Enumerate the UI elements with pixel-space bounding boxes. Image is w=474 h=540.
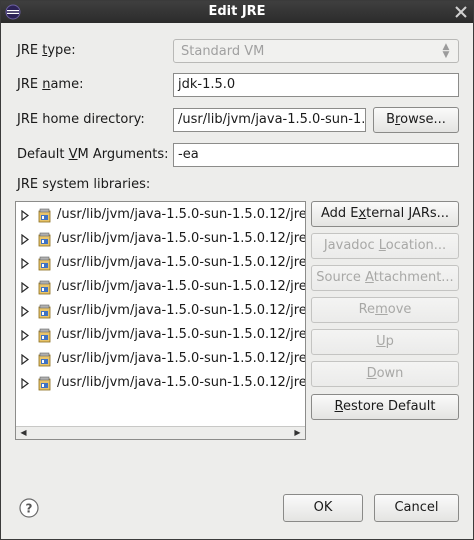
library-path: /usr/lib/jvm/java-1.5.0-sun-1.5.0.12/jre…	[57, 255, 306, 270]
restore-default-button[interactable]: Restore Default	[311, 394, 459, 420]
jre-type-value: Standard VM	[181, 44, 265, 59]
jar-icon	[38, 232, 51, 247]
jar-icon	[38, 376, 51, 391]
down-button[interactable]: Down	[311, 361, 459, 387]
window-title: Edit JRE	[208, 4, 266, 19]
help-icon[interactable]: ?	[19, 498, 39, 518]
up-button[interactable]: Up	[311, 329, 459, 355]
library-path: /usr/lib/jvm/java-1.5.0-sun-1.5.0.12/jre…	[57, 207, 306, 222]
expand-arrow-icon[interactable]	[21, 378, 29, 389]
library-row[interactable]: /usr/lib/jvm/java-1.5.0-sun-1.5.0.12/jre…	[16, 348, 305, 372]
expand-arrow-icon[interactable]	[21, 234, 29, 245]
expand-arrow-icon[interactable]	[21, 258, 29, 269]
vm-args-label: Default VM Arguments:	[17, 147, 169, 162]
jar-icon	[38, 256, 51, 271]
jar-icon	[38, 304, 51, 319]
expand-arrow-icon[interactable]	[21, 210, 29, 221]
close-icon[interactable]	[453, 4, 469, 20]
browse-button[interactable]: Browse...	[373, 107, 459, 133]
jre-name-label: JRE name:	[17, 77, 84, 92]
jar-icon	[38, 328, 51, 343]
library-path: /usr/lib/jvm/java-1.5.0-sun-1.5.0.12/jre…	[57, 279, 306, 294]
jar-icon	[38, 208, 51, 223]
jre-type-label: JRE type:	[17, 43, 76, 58]
scroll-right-icon[interactable]: ▶	[291, 427, 304, 439]
jre-name-input[interactable]: jdk-1.5.0	[173, 73, 459, 97]
vm-args-input[interactable]: -ea	[173, 143, 459, 167]
jar-icon	[38, 280, 51, 295]
jre-type-combo[interactable]: Standard VM ▲ ▼	[173, 39, 459, 63]
library-path: /usr/lib/jvm/java-1.5.0-sun-1.5.0.12/jre…	[57, 351, 306, 366]
horizontal-scrollbar[interactable]: ◀ ▶	[16, 426, 305, 439]
home-dir-label: JRE home directory:	[17, 112, 145, 127]
expand-arrow-icon[interactable]	[21, 306, 29, 317]
library-path: /usr/lib/jvm/java-1.5.0-sun-1.5.0.12/jre…	[57, 231, 306, 246]
library-row[interactable]: /usr/lib/jvm/java-1.5.0-sun-1.5.0.12/jre…	[16, 252, 305, 276]
combo-arrows-icon: ▲ ▼	[442, 42, 450, 60]
edit-jre-dialog: Edit JRE JRE type: Standard VM ▲ ▼ JRE na…	[0, 0, 474, 540]
scroll-left-icon[interactable]: ◀	[17, 427, 30, 439]
libraries-label: JRE system libraries:	[17, 177, 151, 192]
title-bar[interactable]: Edit JRE	[1, 1, 473, 23]
library-row[interactable]: /usr/lib/jvm/java-1.5.0-sun-1.5.0.12/jre…	[16, 300, 305, 324]
expand-arrow-icon[interactable]	[21, 330, 29, 341]
library-row[interactable]: /usr/lib/jvm/java-1.5.0-sun-1.5.0.12/jre…	[16, 228, 305, 252]
source-attachment-button[interactable]: Source Attachment...	[311, 265, 459, 291]
library-path: /usr/lib/jvm/java-1.5.0-sun-1.5.0.12/jre…	[57, 327, 306, 342]
eclipse-icon	[5, 4, 21, 20]
jar-icon	[38, 352, 51, 367]
libraries-tree[interactable]: /usr/lib/jvm/java-1.5.0-sun-1.5.0.12/jre…	[15, 201, 306, 440]
ok-button[interactable]: OK	[283, 494, 363, 522]
library-row[interactable]: /usr/lib/jvm/java-1.5.0-sun-1.5.0.12/jre…	[16, 276, 305, 300]
library-row[interactable]: /usr/lib/jvm/java-1.5.0-sun-1.5.0.12/jre…	[16, 204, 305, 228]
add-external-jars-button[interactable]: Add External JARs...	[311, 201, 459, 227]
remove-button[interactable]: Remove	[311, 297, 459, 323]
javadoc-location-button[interactable]: Javadoc Location...	[311, 233, 459, 259]
library-path: /usr/lib/jvm/java-1.5.0-sun-1.5.0.12/jre…	[57, 375, 306, 390]
library-path: /usr/lib/jvm/java-1.5.0-sun-1.5.0.12/jre…	[57, 303, 306, 318]
library-row[interactable]: /usr/lib/jvm/java-1.5.0-sun-1.5.0.12/jre…	[16, 324, 305, 348]
expand-arrow-icon[interactable]	[21, 282, 29, 293]
library-row[interactable]: /usr/lib/jvm/java-1.5.0-sun-1.5.0.12/jre…	[16, 372, 305, 396]
svg-text:?: ?	[26, 502, 33, 516]
home-dir-input[interactable]: /usr/lib/jvm/java-1.5.0-sun-1.5	[173, 108, 366, 132]
expand-arrow-icon[interactable]	[21, 354, 29, 365]
cancel-button[interactable]: Cancel	[374, 494, 459, 522]
